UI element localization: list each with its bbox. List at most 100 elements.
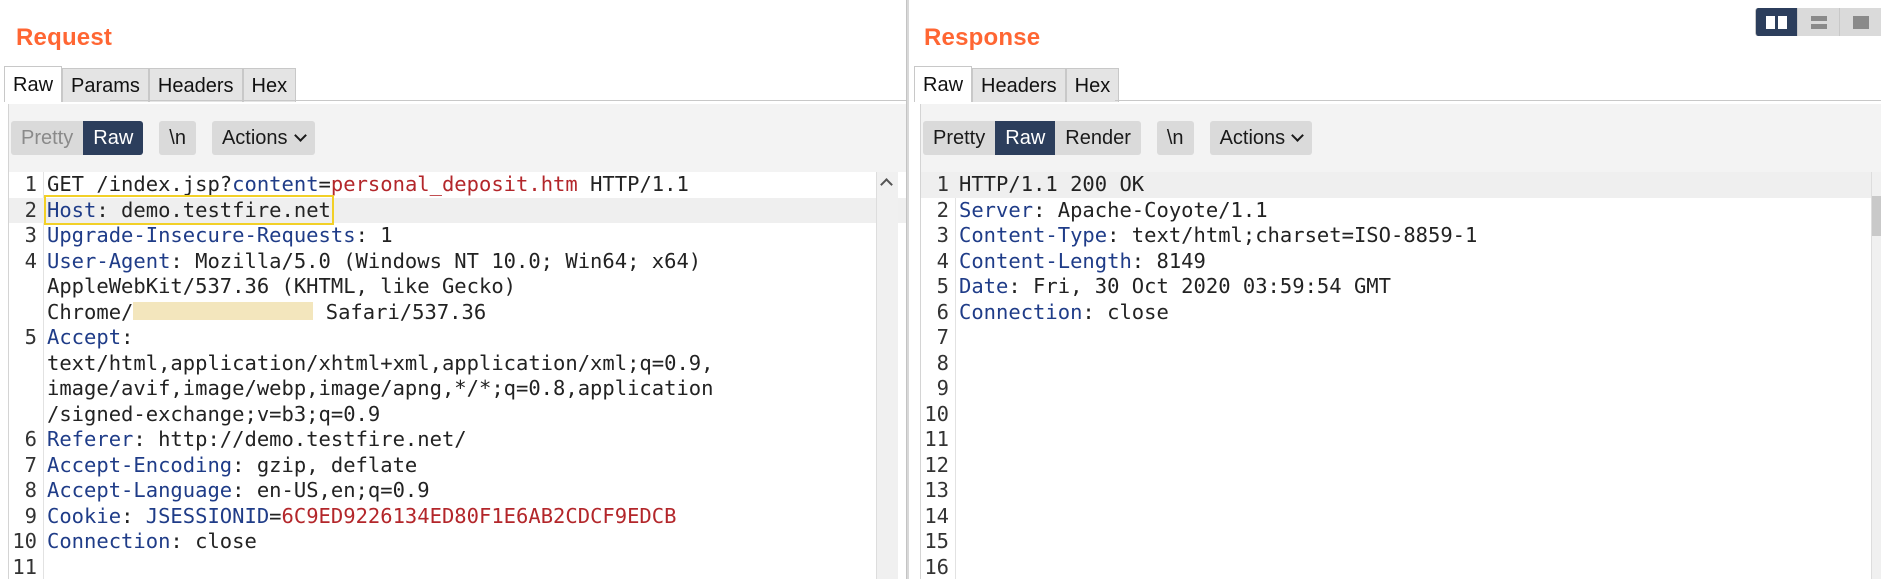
code-token: : text/html;charset=ISO-8859-1	[1107, 223, 1478, 247]
code-text: Host: demo.testfire.net	[44, 194, 334, 225]
request-actions-button[interactable]: Actions	[211, 121, 315, 155]
response-render-button[interactable]: Render	[1055, 121, 1141, 155]
code-line[interactable]: 12	[921, 453, 1871, 479]
request-title: Request	[16, 24, 113, 51]
code-text: AppleWebKit/537.36 (KHTML, like Gecko)	[47, 274, 516, 300]
response-tab-raw[interactable]: Raw	[914, 66, 973, 102]
response-toolbar: Pretty Raw Render \n Actions	[920, 104, 1881, 172]
code-text: Accept:	[47, 325, 133, 351]
request-tab-hex[interactable]: Hex	[242, 68, 297, 102]
response-actions-button[interactable]: Actions	[1209, 121, 1313, 155]
request-tab-raw[interactable]: Raw	[4, 66, 63, 102]
param-value: personal_deposit.htm	[330, 172, 578, 196]
line-number: 4	[24, 248, 37, 273]
header-name: Referer	[47, 427, 134, 451]
code-line[interactable]: image/avif,image/webp,image/apng,*/*;q=0…	[9, 376, 906, 402]
request-tab-params[interactable]: Params	[62, 68, 149, 102]
response-actions-label: Actions	[1219, 127, 1286, 149]
code-line[interactable]: 8 Accept-Language: en-US,en;q=0.9	[9, 478, 906, 504]
code-line[interactable]: 13	[921, 478, 1871, 504]
line-number: 12	[924, 452, 949, 477]
response-newline-button[interactable]: \n	[1156, 121, 1194, 155]
code-line[interactable]: Chrome/ Safari/537.36	[9, 300, 906, 326]
code-line[interactable]: 4 Content-Length: 8149	[921, 249, 1871, 275]
code-line[interactable]: 10	[921, 402, 1871, 428]
code-line[interactable]: 6 Referer: http://demo.testfire.net/	[9, 427, 906, 453]
single-layout-icon[interactable]	[1839, 8, 1881, 36]
line-number: 10	[12, 529, 37, 553]
header-name: Accept	[47, 325, 122, 349]
code-line[interactable]: 1 HTTP/1.1 200 OK	[921, 172, 1871, 198]
code-text: Accept-Language: en-US,en;q=0.9	[47, 478, 430, 504]
line-number: 1	[936, 172, 949, 196]
request-view-mode: Pretty Raw	[11, 121, 144, 155]
response-tabs: Raw Headers Hex	[914, 66, 1120, 102]
request-raw-button[interactable]: Raw	[83, 121, 144, 155]
code-line[interactable]: AppleWebKit/537.36 (KHTML, like Gecko)	[9, 274, 906, 300]
request-newline-button[interactable]: \n	[159, 121, 196, 155]
response-tab-headers[interactable]: Headers	[972, 68, 1066, 102]
response-raw-button[interactable]: Raw	[995, 121, 1056, 155]
code-line[interactable]: 7 Accept-Encoding: gzip, deflate	[9, 453, 906, 479]
code-token: : http://demo.testfire.net/	[133, 427, 467, 451]
request-tabs: Raw Params Headers Hex	[4, 66, 297, 102]
code-line[interactable]: 9	[921, 376, 1871, 402]
code-line[interactable]: 2 Server: Apache-Coyote/1.1	[921, 198, 1871, 224]
response-editor[interactable]: 1 HTTP/1.1 200 OK 2 Server: Apache-Coyote/1…	[920, 172, 1871, 579]
code-text: User-Agent: Mozilla/5.0 (Windows NT 10.0…	[47, 249, 701, 275]
request-scrollbar[interactable]	[876, 172, 898, 579]
code-line[interactable]: /signed-exchange;v=b3;q=0.9	[9, 402, 906, 428]
line-number: 6	[936, 299, 949, 324]
code-text: Upgrade-Insecure-Requests: 1	[47, 223, 393, 249]
code-line[interactable]: 15	[921, 529, 1871, 555]
code-line[interactable]: 11	[9, 555, 906, 579]
line-number: 2	[24, 197, 37, 222]
request-pretty-button[interactable]: Pretty	[11, 121, 84, 155]
line-number: 5	[936, 274, 949, 298]
code-line[interactable]: 3 Content-Type: text/html;charset=ISO-885…	[921, 223, 1871, 249]
param-name: content	[232, 172, 319, 196]
line-number: 14	[924, 503, 949, 528]
response-scrollbar[interactable]	[1871, 172, 1881, 579]
chevron-up-icon[interactable]	[880, 178, 893, 191]
code-line[interactable]: 1 GET /index.jsp?content=personal_deposit…	[9, 172, 906, 198]
line-number: 4	[936, 248, 949, 273]
code-text: Chrome/ Safari/537.36	[47, 300, 486, 326]
columns-layout-icon[interactable]	[1755, 8, 1797, 36]
code-line[interactable]: 5 Date: Fri, 30 Oct 2020 03:59:54 GMT	[921, 274, 1871, 300]
scroll-thumb[interactable]	[1872, 196, 1881, 236]
code-line[interactable]: 9 Cookie: JSESSIONID=6C9ED9226134ED80F1E6…	[9, 504, 906, 530]
code-token: :	[121, 503, 146, 528]
response-pane: Response Raw Headers Hex Pretty Raw Rend…	[909, 0, 1881, 579]
code-line[interactable]: 11	[921, 427, 1871, 453]
code-text: Server: Apache-Coyote/1.1	[959, 198, 1268, 224]
line-number: 8	[24, 478, 37, 502]
line-number: 3	[936, 223, 949, 247]
code-line[interactable]: 10 Connection: close	[9, 529, 906, 555]
header-name: Content-Type	[959, 223, 1108, 247]
header-name: Content-Length	[959, 248, 1132, 273]
redacted-block	[133, 301, 314, 320]
header-name: Date	[959, 274, 1009, 298]
code-line[interactable]: 4 User-Agent: Mozilla/5.0 (Windows NT 10.…	[9, 249, 906, 275]
chevron-down-icon	[1291, 129, 1305, 142]
code-text: Connection: close	[47, 529, 257, 555]
code-line[interactable]: 2 Host: demo.testfire.net	[9, 194, 906, 225]
code-line[interactable]: 5 Accept:	[9, 325, 906, 351]
code-line[interactable]: 16	[921, 555, 1871, 579]
code-line[interactable]: text/html,application/xhtml+xml,applicat…	[9, 351, 906, 377]
response-pretty-button[interactable]: Pretty	[923, 121, 996, 155]
code-token: : en-US,en;q=0.9	[232, 478, 430, 502]
code-text: Content-Type: text/html;charset=ISO-8859…	[959, 223, 1477, 249]
code-line[interactable]: 14	[921, 504, 1871, 530]
response-tab-hex[interactable]: Hex	[1065, 68, 1120, 102]
line-number: 1	[24, 172, 37, 196]
line-number: 7	[24, 452, 37, 477]
code-line[interactable]: 7	[921, 325, 1871, 351]
rows-layout-icon[interactable]	[1797, 8, 1839, 36]
code-line[interactable]: 3 Upgrade-Insecure-Requests: 1	[9, 223, 906, 249]
code-line[interactable]: 6 Connection: close	[921, 300, 1871, 326]
request-editor[interactable]: 1 GET /index.jsp?content=personal_deposit…	[8, 172, 906, 579]
code-line[interactable]: 8	[921, 351, 1871, 377]
request-tab-headers[interactable]: Headers	[148, 68, 243, 102]
